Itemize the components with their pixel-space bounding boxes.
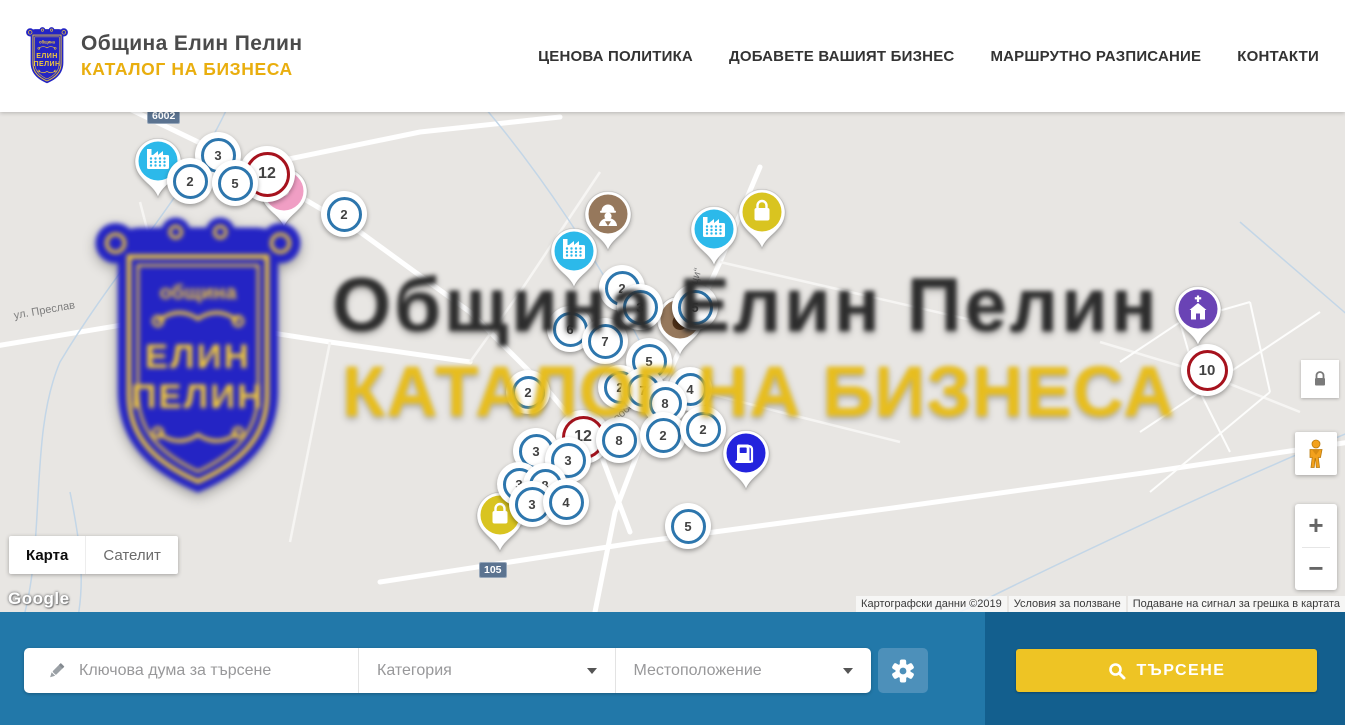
map-type-satellite-button[interactable]: Сателит (85, 536, 178, 574)
map-cluster-marker[interactable]: 5 (212, 160, 258, 206)
category-select[interactable]: Категория (358, 648, 615, 693)
cluster-count: 2 (646, 418, 681, 453)
map-pin-church[interactable] (1170, 282, 1226, 348)
svg-text:ЕЛИН: ЕЛИН (36, 53, 58, 60)
map-type-control: Карта Сателит (9, 536, 178, 574)
svg-text:община: община (39, 40, 55, 45)
keyword-search-input[interactable] (79, 662, 329, 680)
map-cluster-marker[interactable]: 3 (617, 284, 663, 330)
map-pin-fuel[interactable] (718, 426, 774, 492)
municipality-crest-logo: община ЕЛИН ПЕЛИН (24, 26, 70, 86)
keyword-search-field[interactable] (24, 648, 358, 693)
pencil-icon (46, 661, 66, 681)
zoom-control: + − (1295, 504, 1337, 590)
cluster-count: 2 (327, 197, 362, 232)
svg-text:ПЕЛИН: ПЕЛИН (33, 61, 60, 68)
cluster-count: 5 (678, 290, 713, 325)
map-pin-factory[interactable] (546, 224, 602, 290)
map-marker-layer: 123252 263575 22748128223338345 (0, 112, 1345, 612)
map-cluster-marker[interactable]: 4 (543, 479, 589, 525)
cluster-count: 7 (588, 324, 623, 359)
site-subtitle: КАТАЛОГ НА БИЗНЕСА (81, 59, 302, 80)
zoom-in-button[interactable]: + (1295, 504, 1337, 547)
nav-route-schedule[interactable]: МАРШРУТНО РАЗПИСАНИЕ (990, 48, 1201, 65)
site-title: Община Елин Пелин (81, 32, 302, 56)
map-attribution: Картографски данни ©2019 Условия за полз… (854, 596, 1345, 612)
lock-button[interactable] (1301, 360, 1339, 398)
search-button-label: ТЪРСЕНЕ (1137, 662, 1226, 680)
cluster-count: 4 (549, 485, 584, 520)
map-type-map-button[interactable]: Карта (9, 536, 85, 574)
search-button[interactable]: ТЪРСЕНЕ (1016, 649, 1317, 692)
nav-add-your-business[interactable]: ДОБАВЕТЕ ВАШИЯТ БИЗНЕС (729, 48, 954, 65)
cluster-count: 8 (602, 423, 637, 458)
map-cluster-marker[interactable]: 2 (506, 370, 550, 414)
map-cluster-marker[interactable]: 7 (582, 318, 628, 364)
street-view-pegman-button[interactable] (1295, 432, 1337, 475)
search-bar: Категория Местоположение ТЪРСЕНЕ (0, 612, 1345, 725)
map-cluster-marker[interactable]: 2 (640, 412, 686, 458)
map-cluster-marker[interactable]: 2 (321, 191, 367, 237)
chevron-down-icon (843, 668, 853, 674)
site-logo[interactable]: община ЕЛИН ПЕЛИН Община Елин Пелин КАТА… (24, 26, 302, 86)
attribution-terms-link[interactable]: Условия за ползване (1009, 596, 1126, 612)
cluster-count: 2 (173, 164, 208, 199)
category-select-placeholder: Категория (377, 662, 452, 680)
cluster-count: 2 (512, 376, 545, 409)
cluster-count: 2 (686, 412, 721, 447)
google-map[interactable]: ул. Преславбул. „Новоселци“лци“ 6002105 … (0, 112, 1345, 612)
map-cluster-marker[interactable]: 2 (167, 158, 213, 204)
nav-pricing-policy[interactable]: ЦЕНОВА ПОЛИТИКА (538, 48, 693, 65)
gear-icon (890, 658, 916, 684)
filter-bar: Категория Местоположение (24, 648, 871, 693)
attribution-report-error-link[interactable]: Подаване на сигнал за грешка в картата (1128, 596, 1345, 612)
pegman-icon (1305, 439, 1327, 469)
map-cluster-marker[interactable]: 5 (665, 503, 711, 549)
cluster-count: 5 (218, 166, 253, 201)
site-header: община ЕЛИН ПЕЛИН Община Елин Пелин КАТА… (0, 0, 1345, 112)
cluster-count: 3 (623, 290, 658, 325)
cluster-count: 5 (671, 509, 706, 544)
main-nav: ЦЕНОВА ПОЛИТИКА ДОБАВЕТЕ ВАШИЯТ БИЗНЕС М… (538, 48, 1319, 65)
google-logo[interactable]: Google (8, 589, 70, 609)
chevron-down-icon (587, 668, 597, 674)
search-icon (1108, 662, 1126, 680)
map-cluster-marker[interactable]: 8 (596, 417, 642, 463)
location-select[interactable]: Местоположение (615, 648, 872, 693)
map-cluster-marker[interactable]: 10 (1181, 344, 1233, 396)
attribution-copyright: Картографски данни ©2019 (856, 596, 1007, 612)
map-pin-bag[interactable] (734, 185, 790, 251)
location-select-placeholder: Местоположение (634, 662, 762, 680)
zoom-out-button[interactable]: − (1295, 548, 1337, 591)
lock-icon (1312, 370, 1328, 388)
map-cluster-marker[interactable]: 5 (672, 284, 718, 330)
cluster-count: 10 (1187, 350, 1228, 391)
advanced-settings-button[interactable] (878, 648, 928, 693)
nav-contacts[interactable]: КОНТАКТИ (1237, 48, 1319, 65)
